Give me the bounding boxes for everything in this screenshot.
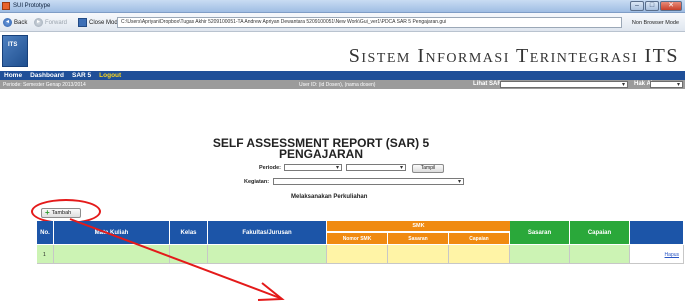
window-controls: – □ ✕ (630, 1, 682, 11)
maximize-icon[interactable]: □ (645, 1, 659, 11)
nav-dashboard[interactable]: Dashboard (30, 72, 64, 79)
current-user: User ID: (id Dosen), (nama dosen) (299, 82, 376, 88)
report-title-line2: PENGAJARAN (278, 147, 363, 161)
non-browser-mode-button[interactable]: Non Browser Mode (632, 20, 679, 26)
col-sasaran-header: Sasaran (510, 221, 570, 244)
col-action-header (630, 221, 684, 244)
lihat-sar-select[interactable] (500, 81, 628, 88)
report-title: SELF ASSESSMENT REPORT (SAR) 5 PENGAJARA… (200, 137, 442, 161)
app-icon (2, 2, 10, 10)
col-no-header: No. (37, 221, 54, 244)
col-smk-header: SMK (327, 221, 510, 232)
cell-kelas[interactable] (170, 245, 208, 264)
periode-label: Periode: (259, 165, 282, 171)
logo-mark-icon: ITS (8, 42, 18, 48)
site-title: Sistem Informasi Terintegrasi ITS (348, 45, 679, 67)
kegiatan-select[interactable] (273, 178, 464, 185)
col-capaian-header: Capaian (570, 221, 630, 244)
col-capaian-smk-header: Capaian (449, 233, 510, 244)
col-nomor-smk-header: Nomor SMK (327, 233, 388, 244)
current-period: Periode: Semester Genap 2013/2014 (3, 82, 86, 88)
cell-action: Hapus (630, 245, 684, 264)
hak-akses-select[interactable] (650, 81, 683, 88)
periode-select-1[interactable] (284, 164, 342, 171)
col-fakultas-header: Fakultas/Jurusan (208, 221, 327, 244)
periode-select-2[interactable] (346, 164, 406, 171)
close-mode-icon (78, 18, 87, 27)
cell-capaian[interactable] (570, 245, 630, 264)
info-bar: Periode: Semester Genap 2013/2014 User I… (0, 80, 685, 89)
window-title: SUI Prototype (13, 3, 51, 9)
forward-label: Forward (45, 19, 68, 26)
col-kelas-header: Kelas (170, 221, 208, 244)
cell-nomor-smk[interactable] (327, 245, 388, 264)
browser-toolbar: ◂ Back ▸ Forward Close Mode C:\Users\Apr… (0, 13, 685, 32)
close-mode-button[interactable]: Close Mode (78, 17, 121, 28)
cell-capaian-smk[interactable] (449, 245, 510, 264)
tampil-button[interactable]: Tampil (412, 164, 444, 173)
forward-button[interactable]: ▸ Forward (34, 17, 67, 28)
row-number: 1 (43, 252, 46, 258)
kegiatan-label: Kegiatan: (244, 179, 270, 185)
back-button[interactable]: ◂ Back (3, 17, 27, 28)
cell-fakultas[interactable] (208, 245, 327, 264)
cell-sasaran-smk[interactable] (388, 245, 449, 264)
col-sasaran-smk-header: Sasaran (388, 233, 449, 244)
cell-mata-kuliah[interactable] (54, 245, 170, 264)
hapus-link[interactable]: Hapus (665, 252, 679, 258)
col-mata-kuliah-header: Mata Kuliah (54, 221, 170, 244)
address-bar[interactable]: C:\Users\Apriyan\Dropbox\Tugas Akhir 520… (117, 17, 622, 28)
section-subtitle: Melaksanakan Perkuliahan (291, 194, 368, 200)
forward-arrow-icon: ▸ (34, 18, 43, 27)
nav-logout[interactable]: Logout (99, 72, 121, 79)
back-arrow-icon: ◂ (3, 18, 12, 27)
nav-sar5[interactable]: SAR 5 (72, 72, 91, 79)
header-banner: ITS Sistem Informasi Terintegrasi ITS (0, 33, 685, 71)
its-logo: ITS (2, 35, 28, 67)
table-row-no: 1 (37, 245, 54, 264)
window-title-bar: SUI Prototype – □ ✕ (0, 0, 685, 13)
back-label: Back (14, 19, 28, 26)
nav-home[interactable]: Home (4, 72, 22, 79)
close-icon[interactable]: ✕ (660, 1, 682, 11)
minimize-icon[interactable]: – (630, 1, 644, 11)
main-nav: Home Dashboard SAR 5 Logout (0, 71, 685, 80)
cell-sasaran[interactable] (510, 245, 570, 264)
